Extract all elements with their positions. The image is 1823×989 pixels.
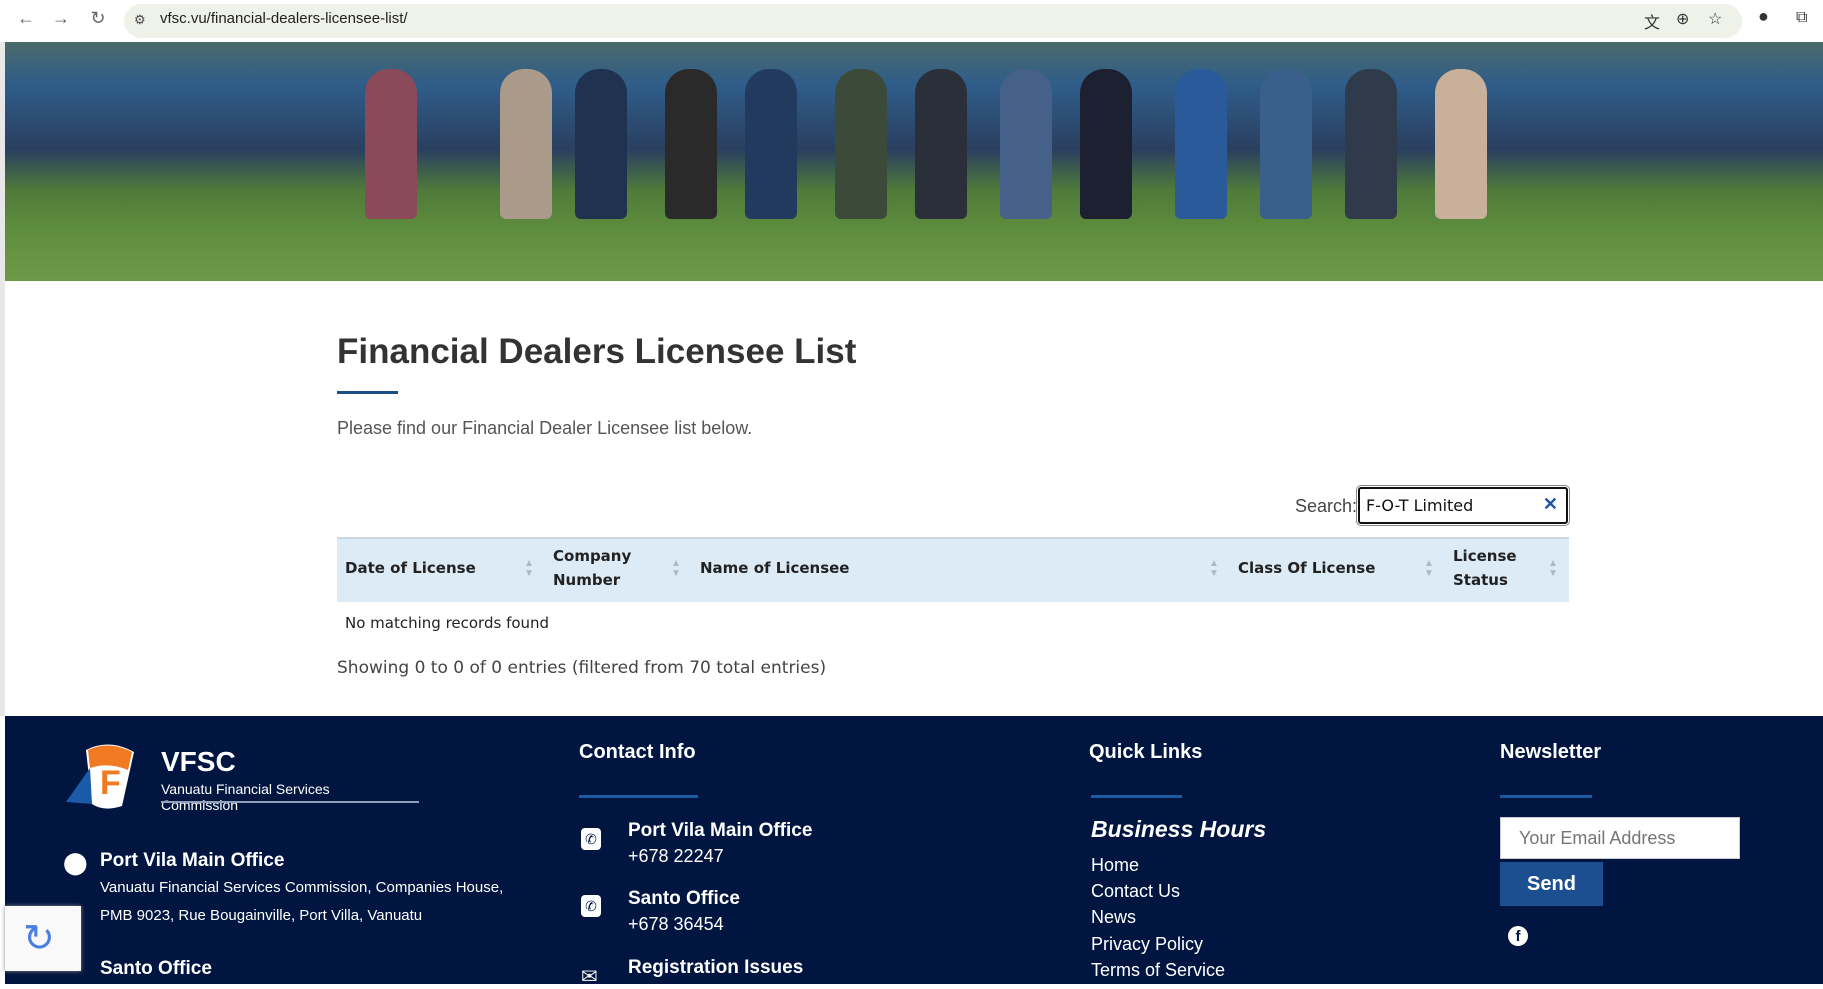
extensions-puzzle-icon[interactable]: ⧉ [1796,9,1807,27]
column-label: Number [553,571,621,589]
reload-icon[interactable]: ↻ [86,8,110,29]
column-label: Class Of License [1238,559,1376,577]
column-label: Name of Licensee [700,559,850,577]
logo-underline [161,801,419,803]
phone-icon: ✆ [581,895,601,917]
column-license-status[interactable]: License Status [1453,544,1517,592]
search-value[interactable]: F-O-T Limited [1366,496,1473,515]
office-name: Santo Office [100,958,212,979]
empty-table-message: No matching records found [345,614,550,632]
logo-full-name: Vanuatu Financial Services Commission [161,781,330,813]
footer-link-news[interactable]: News [1091,907,1136,928]
column-label: Status [1453,571,1508,589]
logo-name: VFSC [161,746,236,777]
column-label: License [1453,547,1517,565]
office-address: Vanuatu Financial Services Commission, C… [100,879,504,896]
column-company-number[interactable]: Company Number [553,544,631,592]
sort-icon[interactable]: ▲ ▼ [1424,559,1434,579]
column-date-of-license[interactable]: Date of License [345,556,476,580]
office-address: PMB 9023, Rue Bougainville, Port Villa, … [100,907,423,924]
heading-underline [1500,795,1592,798]
heading-underline [579,795,698,798]
office-name: Port Vila Main Office [100,850,285,871]
heading-underline [1091,795,1182,798]
contact-name: Santo Office [628,888,740,909]
clear-search-icon[interactable]: ✕ [1543,494,1558,515]
footer-link-privacy[interactable]: Privacy Policy [1091,934,1203,955]
vfsc-logo[interactable]: F VFSC Vanuatu Financial Services Commis… [64,744,419,813]
business-hours-heading: Business Hours [1091,816,1267,842]
search-input[interactable]: F-O-T Limited ✕ [1356,485,1570,526]
recaptcha-icon: ↻ [23,918,55,960]
zoom-icon[interactable]: ⊕ [1676,9,1689,29]
back-icon[interactable]: ← [14,8,38,29]
url-text[interactable]: vfsc.vu/financial-dealers-licensee-list/ [160,10,408,27]
site-info-icon[interactable]: ⚙ [134,12,146,28]
contact-phone[interactable]: +678 36454 [628,914,724,935]
browser-toolbar: ← → ↻ ⚙ vfsc.vu/financial-dealers-licens… [0,0,1823,42]
search-label: Search: [1295,496,1358,516]
title-underline [337,391,398,394]
contact-name: Registration Issues [628,957,804,978]
footer-link-contact[interactable]: Contact Us [1091,881,1180,902]
translate-icon[interactable]: 文 [1644,9,1660,33]
location-pin-icon: ⬤ [63,850,88,875]
quick-links-heading: Quick Links [1089,741,1203,763]
phone-icon: ✆ [581,828,601,850]
contact-heading: Contact Info [579,741,696,763]
send-button[interactable]: Send [1500,862,1603,906]
mail-icon: ✉ [581,966,598,988]
newsletter-email-input[interactable] [1500,817,1740,859]
footer: F VFSC Vanuatu Financial Services Commis… [5,716,1823,988]
forward-icon[interactable]: → [49,8,73,29]
table-info: Showing 0 to 0 of 0 entries (filtered fr… [337,658,827,678]
page-title: Financial Dealers Licensee List [337,332,857,371]
bookmark-star-icon[interactable]: ☆ [1708,9,1722,29]
column-class-of-license[interactable]: Class Of License [1238,556,1375,580]
footer-link-home[interactable]: Home [1091,855,1139,876]
column-label: Company [553,547,632,565]
sort-icon[interactable]: ▲ ▼ [524,559,534,579]
recaptcha-badge[interactable]: ↻ [5,906,81,971]
column-label: Date of License [345,559,476,577]
facebook-icon[interactable]: f [1508,926,1528,946]
sort-icon[interactable]: ▲ ▼ [671,559,681,579]
sort-icon[interactable]: ▲ ▼ [1548,559,1558,579]
column-name-of-licensee[interactable]: Name of Licensee [700,556,849,580]
contact-phone[interactable]: +678 22247 [628,846,724,867]
svg-text:F: F [100,764,121,802]
table-header: Date of License ▲ ▼ Company Number ▲ ▼ Name… [337,537,1569,602]
page-subtitle: Please find our Financial Dealer License… [337,418,753,438]
logo-mark-icon: F [66,744,134,809]
extension-icon[interactable]: ● [1758,6,1769,27]
contact-name: Port Vila Main Office [628,820,813,841]
hero-group-photo [5,42,1823,281]
sort-icon[interactable]: ▲ ▼ [1209,559,1219,579]
newsletter-heading: Newsletter [1500,741,1602,763]
footer-link-terms[interactable]: Terms of Service [1091,960,1225,981]
